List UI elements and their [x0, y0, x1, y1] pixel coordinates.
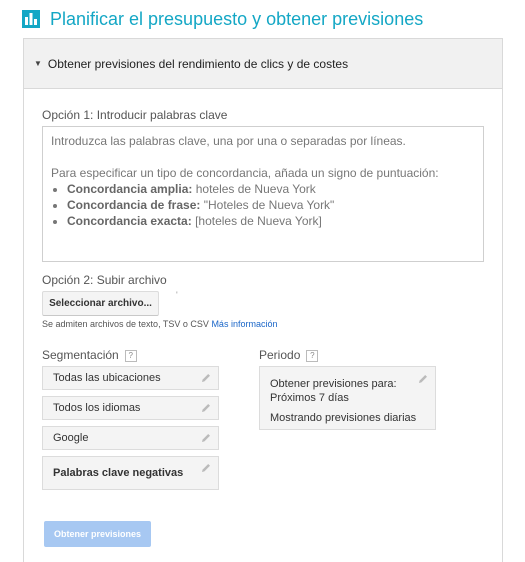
period-line-2: Próximos 7 días: [270, 392, 349, 404]
match-type-broad: Concordancia amplia: hoteles de Nueva Yo…: [67, 181, 475, 197]
option2-label: Opción 2: Subir archivo: [42, 273, 167, 287]
section-header[interactable]: ▼ Obtener previsiones del rendimiento de…: [24, 39, 502, 89]
bar-chart-icon: [22, 10, 40, 28]
pencil-icon: [202, 434, 210, 442]
targeting-languages[interactable]: Todos los idiomas: [42, 396, 219, 420]
help-icon[interactable]: ?: [124, 350, 137, 362]
pencil-icon: [419, 375, 427, 383]
targeting-locations[interactable]: Todas las ubicaciones: [42, 366, 219, 390]
get-forecasts-button[interactable]: Obtener previsiones: [44, 521, 151, 547]
period-line-3: Mostrando previsiones diarias: [270, 412, 417, 424]
targeting-network[interactable]: Google: [42, 426, 219, 450]
select-file-button[interactable]: Seleccionar archivo...: [42, 291, 159, 316]
page-title: Planificar el presupuesto y obtener prev…: [50, 8, 424, 29]
pencil-icon: [202, 464, 210, 472]
option1-label: Opción 1: Introducir palabras clave: [42, 108, 228, 122]
separator-dot: ': [176, 290, 178, 300]
more-info-link[interactable]: Más información: [211, 319, 277, 329]
help-icon[interactable]: ?: [306, 350, 319, 362]
match-type-exact: Concordancia exacta: [hoteles de Nueva Y…: [67, 213, 475, 229]
placeholder-line-1: Introduzca las palabras clave, una por u…: [51, 134, 406, 148]
period-selector[interactable]: Obtener previsiones para: Próximos 7 día…: [259, 366, 436, 430]
pencil-icon: [202, 404, 210, 412]
period-line-1: Obtener previsiones para:: [270, 378, 397, 390]
targeting-negative-keywords[interactable]: Palabras clave negativas: [42, 456, 219, 490]
placeholder-line-2: Para especificar un tipo de concordancia…: [51, 166, 439, 180]
match-type-phrase: Concordancia de frase: "Hoteles de Nueva…: [67, 197, 475, 213]
match-type-list: Concordancia amplia: hoteles de Nueva Yo…: [51, 181, 475, 229]
forecast-panel: ▼ Obtener previsiones del rendimiento de…: [23, 38, 503, 562]
page-header: Planificar el presupuesto y obtener prev…: [22, 6, 423, 32]
targeting-label: Segmentación?: [42, 348, 137, 362]
pencil-icon: [202, 374, 210, 382]
caret-down-icon: ▼: [34, 59, 42, 68]
keywords-textarea[interactable]: Introduzca las palabras clave, una por u…: [42, 126, 484, 262]
section-title: Obtener previsiones del rendimiento de c…: [47, 56, 349, 71]
period-label: Periodo?: [259, 348, 319, 362]
file-types-note: Se admiten archivos de texto, TSV o CSV …: [42, 319, 278, 329]
